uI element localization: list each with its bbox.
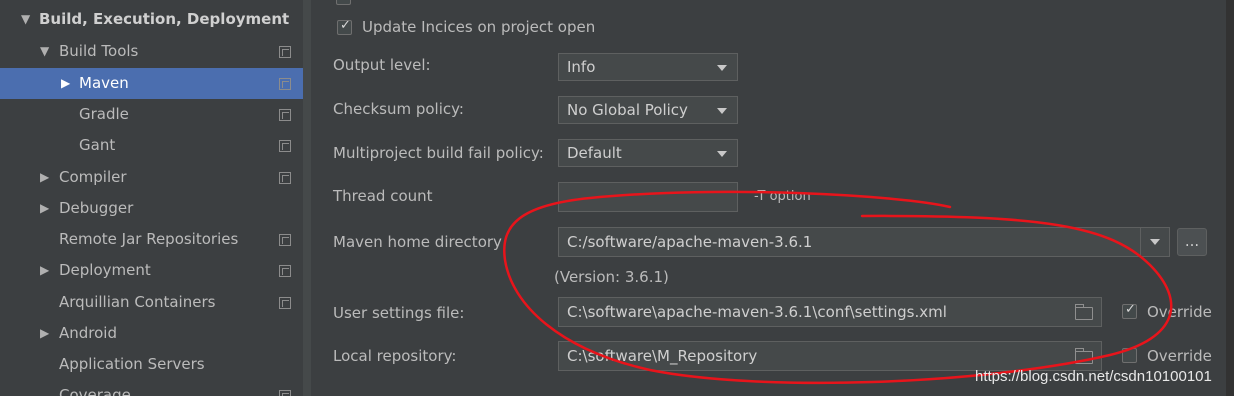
expand-arrow-icon[interactable]: ▶ xyxy=(40,318,49,349)
tree-item-label: Deployment xyxy=(59,261,151,279)
local-repo-override-label: Override xyxy=(1147,347,1212,365)
chevron-down-icon xyxy=(717,151,727,157)
thread-count-input[interactable] xyxy=(558,182,738,212)
tree-item-android[interactable]: ▶ Android xyxy=(0,318,303,349)
checksum-policy-label: Checksum policy: xyxy=(333,100,464,118)
output-level-label: Output level: xyxy=(333,56,431,74)
tree-item-build-tools[interactable]: ▼ Build Tools xyxy=(0,36,303,67)
tree-item-maven[interactable]: ▶ Maven xyxy=(0,68,303,99)
tree-item-build-execution-deployment[interactable]: ▼ Build, Execution, Deployment xyxy=(0,4,303,35)
expand-arrow-icon[interactable]: ▶ xyxy=(61,68,70,99)
local-repo-input[interactable]: C:\software\M_Repository xyxy=(558,341,1102,371)
sidebar-scrollbar[interactable] xyxy=(303,0,311,396)
local-repo-value: C:\software\M_Repository xyxy=(567,347,758,365)
tree-item-label: Coverage xyxy=(59,386,131,396)
project-settings-icon xyxy=(279,172,291,184)
checkmark-icon: ✓ xyxy=(1125,302,1136,317)
expand-arrow-icon[interactable]: ▶ xyxy=(40,162,49,193)
checkmark-icon: ✓ xyxy=(340,18,351,33)
tree-item-label: Maven xyxy=(79,74,129,92)
project-settings-icon xyxy=(279,297,291,309)
chevron-down-icon xyxy=(717,108,727,114)
maven-settings-panel: ✓ Update Incices on project open Output … xyxy=(312,0,1226,396)
chevron-down-icon xyxy=(1150,239,1160,245)
maven-home-label: Maven home directory xyxy=(333,233,502,251)
update-indices-checkbox[interactable]: ✓ xyxy=(337,18,352,35)
tree-item-label: Gradle xyxy=(79,105,129,123)
browse-button[interactable]: ... xyxy=(1177,228,1207,256)
user-settings-value: C:\software\apache-maven-3.6.1\conf\sett… xyxy=(567,303,947,321)
tree-item-compiler[interactable]: ▶ Compiler xyxy=(0,162,303,193)
tree-item-label: Debugger xyxy=(59,199,134,217)
expand-arrow-icon[interactable]: ▼ xyxy=(21,4,30,35)
tree-item-gradle[interactable]: Gradle xyxy=(0,99,303,130)
tree-item-label: Compiler xyxy=(59,168,127,186)
user-settings-label: User settings file: xyxy=(333,304,465,322)
watermark-text: https://blog.csdn.net/csdn10100101 xyxy=(975,368,1212,385)
project-settings-icon xyxy=(279,78,291,90)
maven-home-combo[interactable]: C:/software/apache-maven-3.6.1 xyxy=(558,227,1170,257)
checksum-policy-dropdown[interactable]: No Global Policy xyxy=(558,96,738,124)
folder-icon[interactable] xyxy=(1075,348,1093,364)
tree-item-label: Build Tools xyxy=(59,42,139,60)
tree-item-deployment[interactable]: ▶ Deployment xyxy=(0,255,303,286)
checksum-policy-value: No Global Policy xyxy=(567,101,688,119)
tree-item-label: Remote Jar Repositories xyxy=(59,230,239,248)
expand-arrow-icon[interactable]: ▶ xyxy=(40,255,49,286)
fail-policy-label: Multiproject build fail policy: xyxy=(333,144,544,162)
local-repo-label: Local repository: xyxy=(333,347,457,365)
tree-item-label: Application Servers xyxy=(59,355,205,373)
project-settings-icon xyxy=(279,46,291,58)
folder-icon[interactable] xyxy=(1075,304,1093,320)
user-settings-input[interactable]: C:\software\apache-maven-3.6.1\conf\sett… xyxy=(558,297,1102,327)
expand-arrow-icon[interactable]: ▼ xyxy=(40,36,49,67)
settings-tree: ▼ Build, Execution, Deployment ▼ Build T… xyxy=(0,0,304,396)
tree-item-coverage[interactable]: Coverage xyxy=(0,380,303,396)
tree-item-debugger[interactable]: ▶ Debugger xyxy=(0,193,303,224)
output-level-value: Info xyxy=(567,58,596,76)
user-settings-override-checkbox[interactable]: ✓ xyxy=(1122,302,1137,319)
project-settings-icon xyxy=(279,265,291,277)
project-settings-icon xyxy=(279,390,291,396)
output-level-dropdown[interactable]: Info xyxy=(558,53,738,81)
thread-count-hint: -T option xyxy=(754,189,811,204)
tree-item-arquillian-containers[interactable]: Arquillian Containers xyxy=(0,287,303,318)
expand-arrow-icon[interactable]: ▶ xyxy=(40,193,49,224)
tree-item-gant[interactable]: Gant xyxy=(0,130,303,161)
tree-item-label: Arquillian Containers xyxy=(59,293,216,311)
project-settings-icon xyxy=(279,234,291,246)
tree-item-remote-jar-repositories[interactable]: Remote Jar Repositories xyxy=(0,224,303,255)
project-settings-icon xyxy=(279,140,291,152)
main-scrollbar[interactable] xyxy=(1226,0,1234,396)
fail-policy-value: Default xyxy=(567,144,622,162)
clipped-checkbox[interactable] xyxy=(336,0,351,5)
tree-item-application-servers[interactable]: Application Servers xyxy=(0,349,303,380)
fail-policy-dropdown[interactable]: Default xyxy=(558,139,738,167)
tree-item-label: Android xyxy=(59,324,117,342)
chevron-down-icon xyxy=(717,65,727,71)
maven-version-text: (Version: 3.6.1) xyxy=(554,268,669,286)
project-settings-icon xyxy=(279,109,291,121)
tree-item-label: Gant xyxy=(79,136,116,154)
user-settings-override-label: Override xyxy=(1147,303,1212,321)
thread-count-label: Thread count xyxy=(333,187,433,205)
tree-item-label: Build, Execution, Deployment xyxy=(39,10,290,28)
maven-home-dropdown-button[interactable] xyxy=(1140,228,1169,256)
local-repo-override-checkbox[interactable] xyxy=(1122,348,1137,363)
update-indices-label: Update Incices on project open xyxy=(362,18,596,36)
maven-home-value: C:/software/apache-maven-3.6.1 xyxy=(567,233,813,251)
